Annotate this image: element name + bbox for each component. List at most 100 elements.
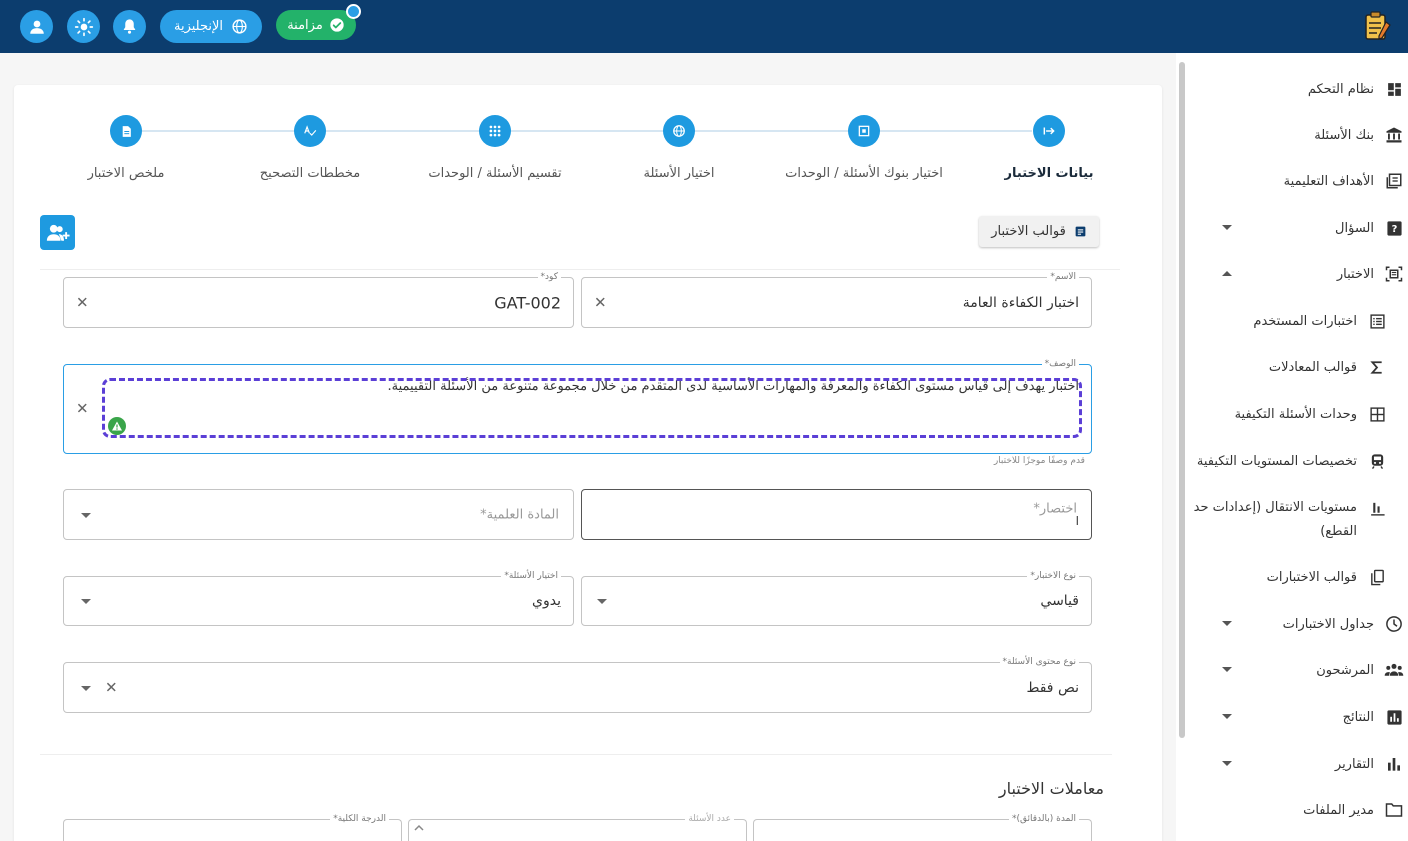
form-top-divider	[40, 269, 1120, 270]
test-type-select[interactable]: نوع الاختبار* قياسي	[581, 570, 1092, 626]
step-label-select-questions[interactable]: اختيار الأسئلة	[579, 166, 779, 181]
step-label-split-questions[interactable]: تقسيم الأسئلة / الوحدات	[395, 166, 595, 181]
sidebar-item-results[interactable]: النتائج	[1186, 706, 1408, 728]
spellcheck-icon	[304, 125, 317, 136]
sync-status-dot	[346, 4, 361, 19]
step-select-questions[interactable]	[663, 115, 695, 147]
question-selection-chevron-down-icon[interactable]	[81, 599, 91, 604]
grid-dots-icon	[489, 125, 501, 137]
people-icon	[1384, 660, 1404, 680]
chevron-down-icon[interactable]	[1222, 667, 1232, 672]
content-type-chevron-down-icon[interactable]	[81, 685, 91, 691]
chevron-down-icon[interactable]	[1222, 621, 1232, 626]
svg-text:?: ?	[1391, 224, 1397, 235]
clear-name-icon[interactable]: ✕	[594, 295, 607, 310]
question-selection-select[interactable]: اختيار الأسئلة* يدوي	[63, 570, 574, 626]
sidebar-item-user-tests[interactable]: اختبارات المستخدم	[1186, 310, 1408, 332]
sidebar-item-label: قوالب الاختبارات	[1266, 569, 1357, 585]
test-templates-button[interactable]: قوالب الاختبار	[979, 216, 1099, 247]
step-select-banks[interactable]	[848, 115, 880, 147]
sidebar-item-test-templates[interactable]: قوالب الاختبارات	[1186, 566, 1408, 588]
step-label-test-summary[interactable]: ملخص الاختبار	[26, 166, 226, 181]
sidebar-item-file-manager[interactable]: مدير الملفات	[1186, 799, 1408, 821]
subject-select[interactable]: المادة العلمية*	[63, 489, 574, 540]
sidebar-item-label: نظام التحكم	[1307, 81, 1374, 97]
code-value: GAT-002	[494, 293, 561, 312]
sidebar-item-reports[interactable]: التقارير	[1186, 753, 1408, 775]
sigma-icon	[1367, 357, 1387, 377]
question-count-field[interactable]: عدد الأسئلة	[408, 813, 747, 841]
add-user-button[interactable]	[40, 215, 75, 250]
sidebar-scrollbar[interactable]	[1179, 62, 1185, 738]
clear-content-type-icon[interactable]: ✕	[105, 680, 118, 695]
increment-chevron-up-icon[interactable]	[414, 824, 424, 832]
chevron-down-icon[interactable]	[1222, 761, 1232, 766]
sidebar-item-dashboard[interactable]: نظام التحكم	[1186, 78, 1408, 100]
abbreviation-value: ا	[1075, 514, 1079, 528]
step-label-correction-schemes[interactable]: مخططات التصحيح	[210, 166, 410, 181]
name-field[interactable]: الاسم* اختبار الكفاءة العامة ✕	[581, 271, 1092, 328]
sidebar-item-adaptive-question-units[interactable]: وحدات الأسئلة التكيفية	[1186, 403, 1408, 425]
sync-button[interactable]: مزامنة	[276, 10, 356, 40]
sidebar-item-label: وحدات الأسئلة التكيفية	[1234, 406, 1357, 422]
exam-icon	[1384, 264, 1404, 284]
sidebar-item-candidates[interactable]: المرشحون	[1186, 659, 1408, 681]
total-score-label: الدرجة الكلية*	[330, 813, 389, 825]
sidebar-item-test-schedules[interactable]: جداول الاختبارات	[1186, 613, 1408, 635]
duration-label: المدة (بالدقائق)*	[1008, 813, 1079, 825]
language-label: الإنجليزية	[173, 19, 224, 34]
chevron-up-icon[interactable]	[1222, 271, 1232, 276]
sidebar-item-learning-objectives[interactable]: الأهداف التعليمية	[1186, 170, 1408, 192]
question-selection-value: يدوي	[532, 593, 561, 609]
duration-field[interactable]: المدة (بالدقائق)*	[753, 813, 1092, 841]
sidebar-item-question[interactable]: السؤال ?	[1186, 217, 1408, 239]
sidebar-item-transition-levels[interactable]: مستويات الانتقال (إعدادات حد القطع)	[1186, 496, 1408, 542]
sidebar-item-test[interactable]: الاختبار	[1186, 263, 1408, 285]
subject-placeholder: المادة العلمية*	[480, 507, 559, 522]
step-test-data[interactable]	[1033, 115, 1065, 147]
code-label: كود*	[537, 271, 561, 283]
abbreviation-field[interactable]: اختصار* ا	[581, 489, 1092, 540]
chevron-down-icon[interactable]	[1222, 225, 1232, 230]
chevron-down-icon[interactable]	[1222, 714, 1232, 719]
chip-icon	[858, 125, 870, 137]
step-split-questions[interactable]	[479, 115, 511, 147]
sidebar-item-label: تخصيصات المستويات التكيفية	[1196, 453, 1357, 469]
sidebar-item-equation-templates[interactable]: قوالب المعادلات	[1186, 356, 1408, 378]
language-button[interactable]: الإنجليزية	[160, 10, 262, 43]
profile-button[interactable]	[20, 10, 53, 43]
subject-chevron-down-icon[interactable]	[81, 512, 91, 518]
sidebar-item-adaptive-level-assignments[interactable]: تخصيصات المستويات التكيفية	[1186, 450, 1408, 472]
sidebar-item-label: مستويات الانتقال (إعدادات حد القطع)	[1193, 500, 1357, 539]
clear-description-icon[interactable]: ✕	[76, 401, 89, 417]
test-templates-label: قوالب الاختبار	[991, 224, 1066, 239]
step-label-select-banks[interactable]: اختيار بنوك الأسئلة / الوحدات	[764, 166, 964, 181]
total-score-field[interactable]: الدرجة الكلية*	[63, 813, 402, 841]
question-content-type-label: نوع محتوى الأسئلة*	[999, 656, 1079, 668]
check-icon	[330, 18, 344, 32]
test-type-chevron-down-icon[interactable]	[597, 599, 607, 604]
app-logo-icon	[1365, 11, 1391, 40]
globe-icon	[673, 125, 685, 137]
step-label-test-data[interactable]: بيانات الاختبار	[949, 166, 1149, 181]
reports-icon	[1384, 754, 1404, 774]
step-correction-schemes[interactable]	[294, 115, 326, 147]
sidebar-item-label: بنك الأسئلة	[1314, 127, 1374, 143]
warning-icon[interactable]	[108, 417, 126, 435]
notifications-button[interactable]	[113, 10, 146, 43]
step-test-summary[interactable]	[110, 115, 142, 147]
sidebar-item-label: الأهداف التعليمية	[1283, 173, 1374, 189]
dashboard-icon	[1384, 79, 1404, 99]
description-highlight-box	[102, 378, 1082, 438]
sidebar-item-question-bank[interactable]: بنك الأسئلة	[1186, 124, 1408, 146]
code-field[interactable]: كود* GAT-002 ✕	[63, 271, 574, 328]
sidebar-item-label: المرشحون	[1316, 662, 1374, 678]
question-selection-label: اختيار الأسئلة*	[501, 570, 561, 582]
clear-code-icon[interactable]: ✕	[76, 295, 89, 310]
section-divider	[40, 754, 1112, 755]
train-icon	[1367, 451, 1387, 471]
stepper-track	[142, 130, 1032, 132]
test-type-value: قياسي	[1040, 593, 1079, 609]
theme-toggle-button[interactable]	[67, 10, 100, 43]
question-content-type-select[interactable]: نوع محتوى الأسئلة* نص فقط ✕	[63, 656, 1092, 713]
